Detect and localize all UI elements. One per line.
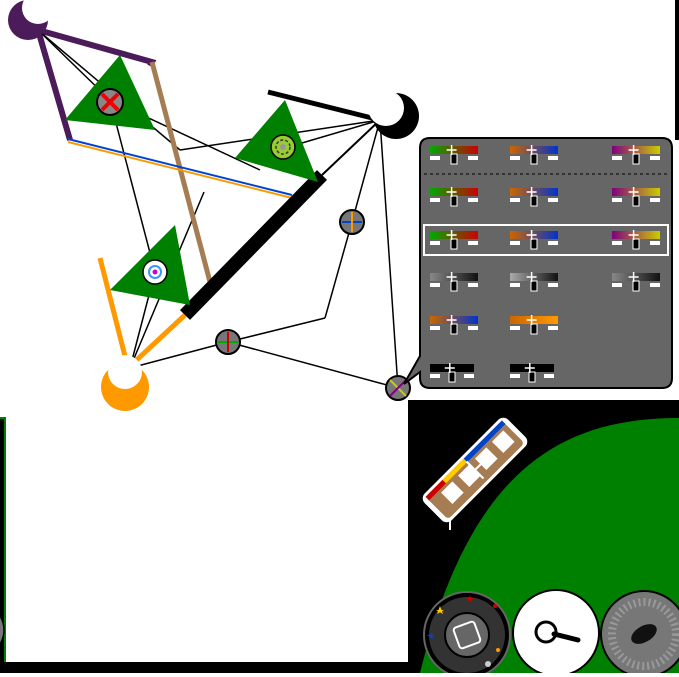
rotate-dial-icon[interactable] bbox=[423, 591, 511, 677]
palette-popup bbox=[403, 137, 673, 389]
scene-canvas[interactable] bbox=[0, 0, 679, 677]
right-black-border bbox=[675, 0, 679, 140]
crescent-black[interactable] bbox=[368, 90, 419, 139]
magnifier-icon[interactable] bbox=[512, 589, 600, 677]
x-circle-icon bbox=[96, 88, 124, 116]
spiral-icon bbox=[270, 134, 296, 160]
black-beam bbox=[179, 170, 328, 320]
texture-dial-icon[interactable] bbox=[600, 590, 679, 677]
crescent-orange[interactable] bbox=[101, 355, 149, 411]
editor-stage bbox=[0, 0, 679, 677]
purple-bar bbox=[37, 27, 157, 68]
green-red-cross-icon[interactable] bbox=[215, 329, 241, 355]
eye-icon bbox=[142, 259, 168, 285]
bottom-black-border bbox=[0, 662, 410, 673]
blue-orange-cross-icon[interactable] bbox=[339, 209, 365, 235]
